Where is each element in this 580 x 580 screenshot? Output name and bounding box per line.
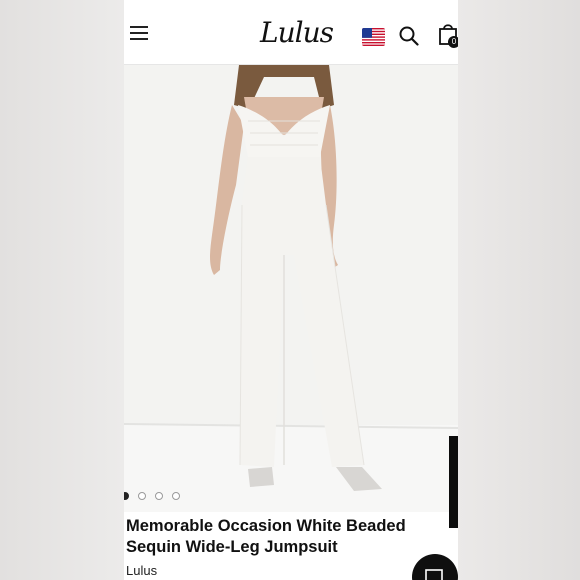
logo-text: Lulus: [260, 16, 334, 49]
product-photo: [124, 65, 458, 512]
gallery-dot-1[interactable]: [124, 492, 129, 500]
us-flag-icon[interactable]: [362, 28, 385, 46]
hamburger-menu-icon[interactable]: [130, 26, 150, 42]
bag-count-badge: 0: [448, 36, 458, 48]
background-left: [0, 0, 124, 580]
chat-icon: [425, 569, 443, 580]
gallery-dot-3[interactable]: [155, 492, 163, 500]
scrollbar[interactable]: [449, 436, 458, 528]
site-logo[interactable]: Lulus: [260, 16, 334, 50]
product-image[interactable]: [124, 65, 458, 512]
background-right: [458, 0, 580, 580]
product-title: Memorable Occasion White Beaded Sequin W…: [126, 516, 446, 558]
site-header: Lulus 0: [124, 0, 458, 65]
gallery-dot-2[interactable]: [138, 492, 146, 500]
gallery-dot-4[interactable]: [172, 492, 180, 500]
phone-screen: Lulus 0 Memorable Occasion White Beaded …: [124, 0, 458, 580]
product-brand[interactable]: Lulus: [126, 563, 157, 578]
search-icon[interactable]: [399, 26, 419, 46]
product-title-line-2: Sequin Wide-Leg Jumpsuit: [126, 538, 338, 556]
gallery-pagination: [124, 492, 194, 502]
product-title-line-1: Memorable Occasion White Beaded: [126, 517, 406, 535]
chat-button[interactable]: [412, 554, 458, 580]
